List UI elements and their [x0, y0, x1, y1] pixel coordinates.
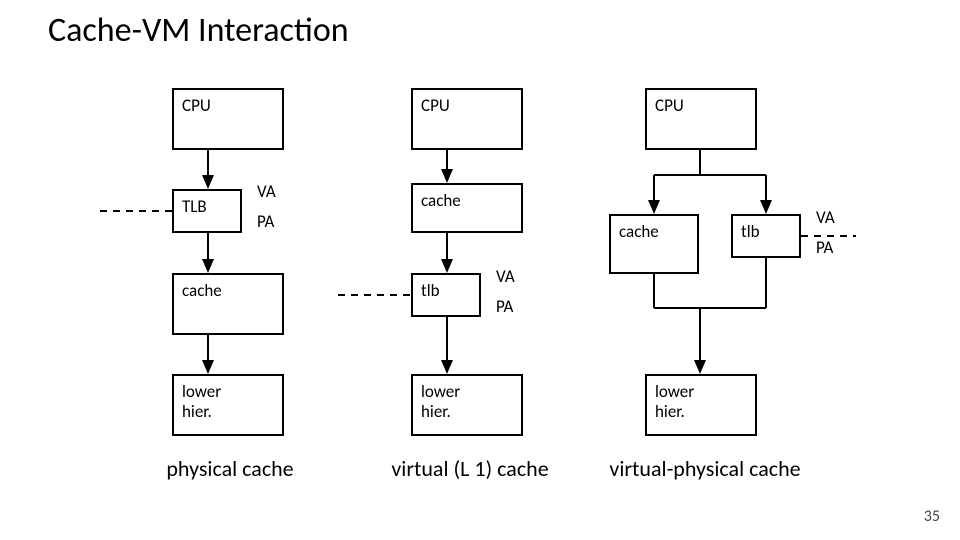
caption-col1: physical cache: [130, 455, 330, 482]
caption-col2: virtual (L 1) cache: [370, 455, 570, 482]
lower-box-col3: lower hier.: [645, 374, 757, 436]
lower-label: lower hier.: [655, 382, 694, 421]
cpu-box-col1: CPU: [172, 88, 284, 150]
pa-label-col3: PA: [816, 238, 833, 258]
cache-box-col3: cache: [609, 214, 699, 274]
cpu-box-col3: CPU: [645, 88, 757, 150]
va-label-col2: VA: [496, 267, 515, 287]
cpu-label: CPU: [655, 96, 684, 116]
cpu-label: CPU: [421, 96, 450, 116]
cache-label: cache: [421, 191, 461, 211]
lower-label: lower hier.: [421, 382, 460, 421]
slide-number: 35: [924, 507, 940, 526]
pa-label-col2: PA: [496, 297, 513, 317]
pa-label-col1: PA: [257, 212, 274, 232]
cache-box-col1: cache: [172, 273, 284, 335]
tlb-label: TLB: [182, 197, 207, 217]
lower-box-col2: lower hier.: [411, 374, 523, 436]
va-label-col3: VA: [816, 208, 835, 228]
tlb-label: tlb: [741, 222, 760, 242]
cache-label: cache: [182, 281, 222, 301]
page-title: Cache-VM Interaction: [48, 10, 349, 51]
tlb-box-col1: TLB: [172, 189, 242, 233]
lower-box-col1: lower hier.: [172, 374, 284, 436]
caption-col3: virtual-physical cache: [585, 455, 825, 482]
cpu-box-col2: CPU: [411, 88, 523, 150]
va-label-col1: VA: [257, 182, 276, 202]
cache-box-col2: cache: [411, 183, 523, 233]
cache-label: cache: [619, 222, 659, 242]
tlb-label: tlb: [421, 281, 440, 301]
lower-label: lower hier.: [182, 382, 221, 421]
tlb-box-col2: tlb: [411, 273, 481, 317]
tlb-box-col3: tlb: [731, 214, 801, 258]
cpu-label: CPU: [182, 96, 211, 116]
